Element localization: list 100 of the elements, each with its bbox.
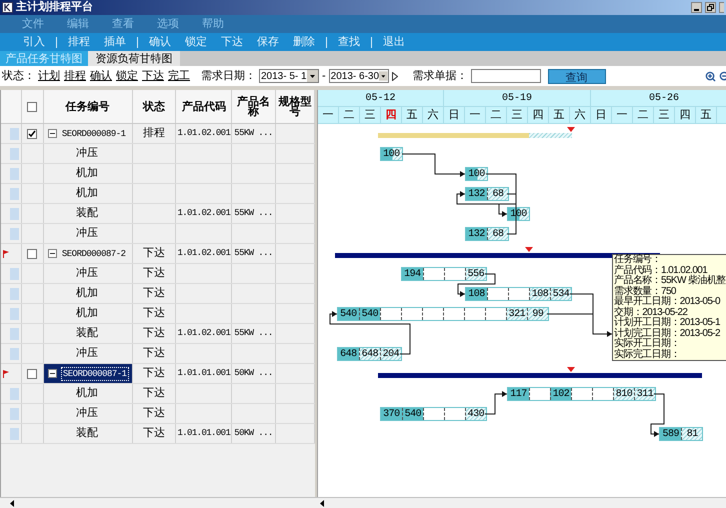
checkbox[interactable] — [27, 102, 38, 112]
task-bar[interactable]: 540 540 321 99 — [336, 307, 549, 321]
quantity-label: 648 — [362, 348, 378, 362]
task-bar[interactable]: 370 540 430 — [380, 407, 487, 421]
tooltip-line: 任务编号： — [614, 255, 662, 265]
status-text: 下达 — [143, 406, 166, 422]
day-label: 三 — [658, 108, 670, 123]
tooltip-line: 产品代码：1.01.02.001 — [614, 266, 708, 276]
day-label: 二 — [638, 108, 648, 123]
product-code: 1.01.01.001 — [177, 426, 230, 440]
flag-icon — [2, 370, 8, 378]
quantity-label: 810 — [616, 388, 632, 402]
tooltip-line: 产品名称：55KW 柴油机整 — [614, 276, 726, 286]
product-code: 1.01.01.001 — [177, 366, 230, 380]
collapse-icon[interactable] — [48, 249, 57, 258]
scroll-left-icon[interactable] — [10, 500, 14, 506]
operation-name: 装配 — [76, 426, 98, 442]
checkbox[interactable] — [27, 368, 38, 378]
task-bar[interactable]: 108 108 534 — [465, 287, 572, 301]
collapse-icon[interactable] — [48, 129, 57, 138]
day-label: 二 — [344, 108, 354, 123]
status-filter-link[interactable]: 计划 — [38, 68, 60, 84]
checkbox[interactable] — [27, 248, 38, 258]
operation-name: 冲压 — [76, 266, 98, 282]
task-id[interactable]: SEORD000089-1 — [60, 128, 127, 140]
tooltip-line: 实际开工日期： — [614, 339, 681, 349]
tab[interactable]: 资源负荷甘特图 — [88, 51, 180, 66]
status-filter-link[interactable]: 完工 — [168, 68, 190, 84]
status-filter-link[interactable]: 下达 — [142, 68, 164, 84]
status-text: 下达 — [143, 366, 166, 382]
connector-line — [484, 391, 508, 414]
task-bar[interactable]: 648 648 204 — [336, 347, 402, 361]
status-text: 下达 — [143, 266, 166, 282]
status-text: 下达 — [143, 246, 166, 262]
dropdown-icon[interactable] — [307, 70, 318, 82]
operation-name: 冲压 — [76, 346, 98, 362]
product-name: 50KW ... — [234, 426, 273, 440]
day-label: 四 — [680, 108, 690, 123]
document-field[interactable] — [470, 69, 541, 83]
day-label: 三 — [364, 108, 376, 123]
status-filter-link[interactable]: 排程 — [64, 68, 86, 84]
play-icon[interactable] — [392, 72, 398, 80]
task-bar[interactable]: 132 68 — [465, 187, 509, 201]
operation-name: 冲压 — [76, 146, 98, 162]
task-id[interactable]: SEORD000087-1 — [60, 366, 129, 380]
document-label: 需求单据： — [412, 68, 468, 84]
quantity-label: 194 — [404, 268, 421, 282]
quantity-label: 132 — [468, 188, 485, 202]
task-bar[interactable]: 194 556 — [400, 267, 487, 281]
task-bar[interactable]: 117 102 810 311 — [507, 387, 656, 401]
minimize-button[interactable] — [691, 2, 702, 13]
day-label: 三 — [512, 108, 522, 123]
quantity-label: 589 — [662, 428, 679, 442]
restore-button[interactable] — [705, 2, 716, 13]
dropdown-icon[interactable] — [379, 70, 388, 82]
tooltip-line: 计划完工日期：2013-05-2 — [614, 328, 721, 338]
day-label: 日 — [448, 108, 460, 123]
checkbox[interactable] — [27, 128, 38, 138]
status-text: 下达 — [143, 286, 166, 302]
search-button[interactable]: 查询 — [548, 68, 606, 84]
due-date-marker-icon — [567, 127, 575, 132]
task-bar[interactable]: 589 81 — [659, 427, 704, 441]
tooltip-line: 最早开工日期：2013-05-0 — [614, 297, 722, 307]
day-label: 五 — [406, 108, 418, 123]
operation-name: 冲压 — [76, 406, 98, 422]
day-label: 六 — [574, 108, 586, 123]
date-separator: - — [322, 68, 326, 84]
flag-icon — [2, 250, 8, 258]
status-text: 排程 — [143, 126, 166, 142]
day-label: 日 — [596, 108, 606, 123]
product-code: 1.01.02.001 — [177, 326, 230, 340]
quantity-label: 132 — [468, 228, 485, 242]
status-filter-link[interactable]: 锁定 — [116, 68, 138, 84]
day-label: 五 — [554, 108, 564, 123]
day-label: 五 — [700, 108, 712, 123]
collapse-icon[interactable] — [48, 369, 57, 378]
quantity-label: 540 — [362, 308, 378, 322]
product-name: 50KW ... — [234, 366, 273, 380]
status-filter-link[interactable]: 确认 — [90, 68, 112, 84]
week-label: 05-26 — [648, 92, 679, 106]
tooltip-line: 交期：2013-05-22 — [614, 308, 688, 318]
operation-name: 装配 — [76, 206, 98, 222]
week-label: 05-12 — [365, 92, 396, 106]
app-logo-icon — [2, 2, 13, 13]
product-name: 55KW ... — [234, 246, 273, 260]
connector-line — [402, 154, 466, 177]
scroll-left-icon[interactable] — [320, 500, 324, 506]
task-bar[interactable]: 132 68 — [465, 227, 509, 241]
quantity-label: 108 — [468, 288, 485, 302]
date-from-field[interactable]: 2013- 5- 1 — [259, 69, 319, 83]
zoom-in-icon[interactable] — [705, 70, 716, 82]
quantity-label: 648 — [340, 348, 357, 362]
operation-name: 机加 — [76, 186, 98, 202]
task-id[interactable]: SEORD000087-2 — [60, 248, 127, 260]
column-header: 状态 — [143, 102, 165, 112]
quantity-label: 204 — [382, 348, 400, 362]
date-to-field[interactable]: 2013- 6-30 — [328, 69, 389, 83]
operation-name: 机加 — [76, 286, 98, 302]
status-text: 下达 — [143, 306, 166, 322]
quantity-label: 556 — [468, 268, 484, 282]
